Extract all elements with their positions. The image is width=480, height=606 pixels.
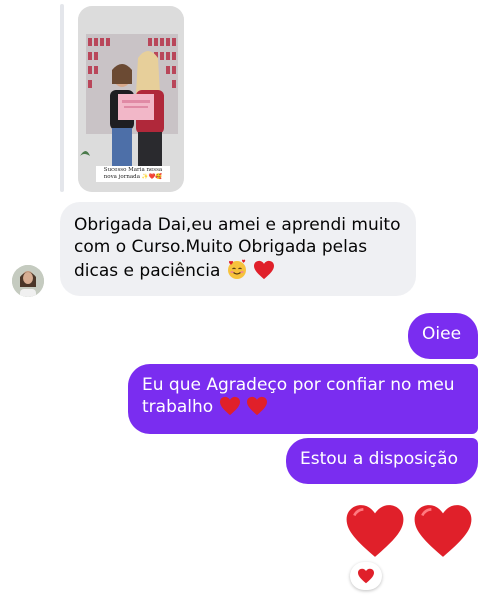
red-heart-icon <box>358 568 374 584</box>
story-reply-bar <box>60 4 64 192</box>
emoji-message[interactable] <box>344 502 480 570</box>
contact-avatar[interactable] <box>12 265 44 297</box>
outgoing-message-text: Estou a disposição <box>300 449 458 469</box>
story-photo <box>78 6 184 192</box>
outgoing-message-text: Eu que Agradeço por confiar no meu traba… <box>142 375 455 417</box>
story-thumbnail[interactable]: Sucesso Maria nessa nova jornada ✨❤️🥰 <box>78 6 184 192</box>
red-heart-icon <box>253 260 275 286</box>
outgoing-message-bubble[interactable]: Eu que Agradeço por confiar no meu traba… <box>128 364 478 434</box>
red-heart-icon <box>246 396 268 422</box>
red-heart-icon <box>219 396 241 422</box>
red-heart-icon <box>414 505 472 557</box>
outgoing-message-text: Oiee <box>422 324 462 344</box>
story-caption: Sucesso Maria nessa nova jornada ✨❤️🥰 <box>96 166 170 182</box>
message-reaction[interactable] <box>350 562 382 590</box>
red-heart-icon <box>346 505 404 557</box>
outgoing-message-bubble[interactable]: Estou a disposição <box>286 438 478 484</box>
outgoing-message-bubble[interactable]: Oiee <box>408 313 478 359</box>
incoming-message-bubble[interactable]: Obrigada Dai,eu amei e aprendi muito com… <box>60 202 416 296</box>
smiling-face-with-hearts-icon <box>226 258 248 286</box>
